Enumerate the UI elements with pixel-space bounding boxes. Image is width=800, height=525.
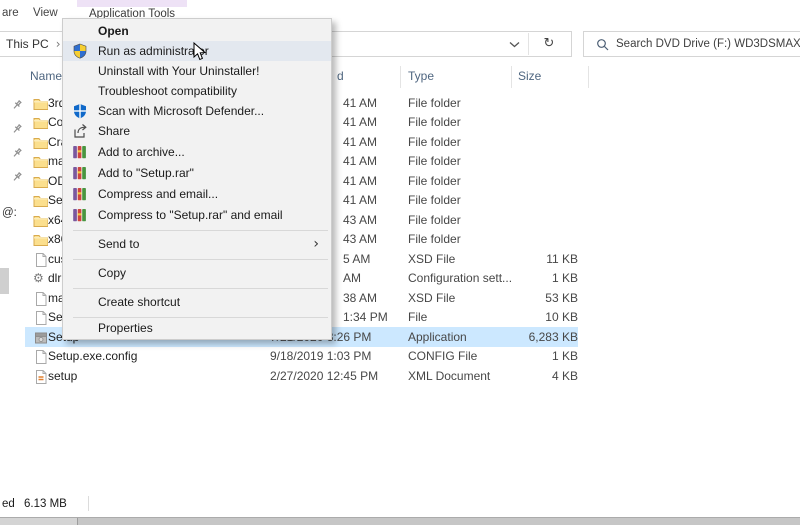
file-row[interactable]: setup 2/27/2020 12:45 PM XML Document 4 … xyxy=(25,366,578,386)
uac-shield-icon xyxy=(72,43,88,59)
status-divider xyxy=(88,496,89,511)
share-icon xyxy=(72,123,88,139)
file-row[interactable]: Setup.exe.config 9/18/2019 1:03 PM CONFI… xyxy=(25,347,578,367)
file-icon xyxy=(33,291,48,306)
refresh-button[interactable]: ↻ xyxy=(535,32,563,56)
status-selection-size: 6.13 MB xyxy=(24,498,67,510)
column-header-date-fragment[interactable]: d xyxy=(337,69,344,83)
gear-icon: ⚙ xyxy=(33,271,48,286)
address-dropdown-button[interactable] xyxy=(503,32,525,56)
column-header-name[interactable]: Name xyxy=(30,69,62,83)
menu-item-compress-and-email[interactable]: Compress and email... xyxy=(63,184,331,205)
defender-shield-icon xyxy=(72,103,88,119)
pin-icon[interactable] xyxy=(11,99,23,111)
menu-separator xyxy=(73,288,328,289)
winrar-icon xyxy=(72,207,88,223)
menu-separator xyxy=(73,259,328,260)
context-menu: Open Run as administrator Uninstall with… xyxy=(62,18,332,340)
status-bar: ed 6.13 MB xyxy=(0,492,800,516)
search-box[interactable]: Search DVD Drive (F:) WD3DSMAX xyxy=(583,31,800,57)
menu-item-scan-with-defender[interactable]: Scan with Microsoft Defender... xyxy=(63,101,331,121)
file-icon xyxy=(33,349,48,364)
breadcrumb-this-pc[interactable]: This PC xyxy=(6,37,49,51)
column-divider[interactable] xyxy=(400,66,401,88)
nav-item-fragment[interactable]: @: xyxy=(2,207,17,219)
menu-item-copy[interactable]: Copy xyxy=(63,263,331,284)
column-divider[interactable] xyxy=(511,66,512,88)
submenu-arrow-icon: › xyxy=(313,234,319,255)
address-divider xyxy=(528,33,529,55)
chevron-down-icon xyxy=(509,41,520,48)
file-icon xyxy=(33,310,48,325)
folder-icon xyxy=(33,135,48,150)
column-header-size[interactable]: Size xyxy=(518,69,541,83)
menu-item-uninstall[interactable]: Uninstall with Your Uninstaller! xyxy=(63,61,331,81)
menu-item-create-shortcut[interactable]: Create shortcut xyxy=(63,292,331,313)
window-bottom-edge-left xyxy=(0,518,78,525)
pin-icon[interactable] xyxy=(11,171,23,183)
tab-view[interactable]: View xyxy=(33,7,58,19)
menu-separator xyxy=(73,230,328,231)
winrar-icon xyxy=(72,186,88,202)
menu-item-troubleshoot-compatibility[interactable]: Troubleshoot compatibility xyxy=(63,81,331,101)
file-icon xyxy=(33,252,48,267)
pin-icon[interactable] xyxy=(11,147,23,159)
scrollbar-thumb[interactable] xyxy=(0,268,9,294)
xml-file-icon xyxy=(33,369,48,384)
folder-icon xyxy=(33,174,48,189)
search-input[interactable]: Search DVD Drive (F:) WD3DSMAX xyxy=(616,32,800,56)
folder-icon xyxy=(33,154,48,169)
column-header-type[interactable]: Type xyxy=(408,69,434,83)
contextual-tab-accent xyxy=(77,0,187,7)
menu-item-send-to[interactable]: Send to › xyxy=(63,234,331,255)
menu-item-compress-to-setup-rar-and-email[interactable]: Compress to "Setup.rar" and email xyxy=(63,205,331,226)
menu-separator xyxy=(73,317,328,318)
menu-item-open[interactable]: Open xyxy=(63,21,331,41)
folder-icon xyxy=(33,213,48,228)
status-text-fragment: ed xyxy=(2,498,15,510)
application-icon xyxy=(33,330,48,345)
mouse-cursor xyxy=(193,42,207,62)
folder-icon xyxy=(33,232,48,247)
tab-share-fragment[interactable]: are xyxy=(2,7,19,19)
menu-item-properties[interactable]: Properties xyxy=(63,321,331,337)
winrar-icon xyxy=(72,144,88,160)
menu-item-add-to-archive[interactable]: Add to archive... xyxy=(63,142,331,163)
folder-icon xyxy=(33,96,48,111)
folder-icon xyxy=(33,193,48,208)
search-icon xyxy=(596,38,609,51)
pin-icon[interactable] xyxy=(11,123,23,135)
winrar-icon xyxy=(72,165,88,181)
folder-icon xyxy=(33,115,48,130)
menu-item-share[interactable]: Share xyxy=(63,121,331,142)
menu-item-add-to-setup-rar[interactable]: Add to "Setup.rar" xyxy=(63,163,331,184)
column-divider[interactable] xyxy=(588,66,589,88)
window-bottom-edge xyxy=(0,517,800,525)
